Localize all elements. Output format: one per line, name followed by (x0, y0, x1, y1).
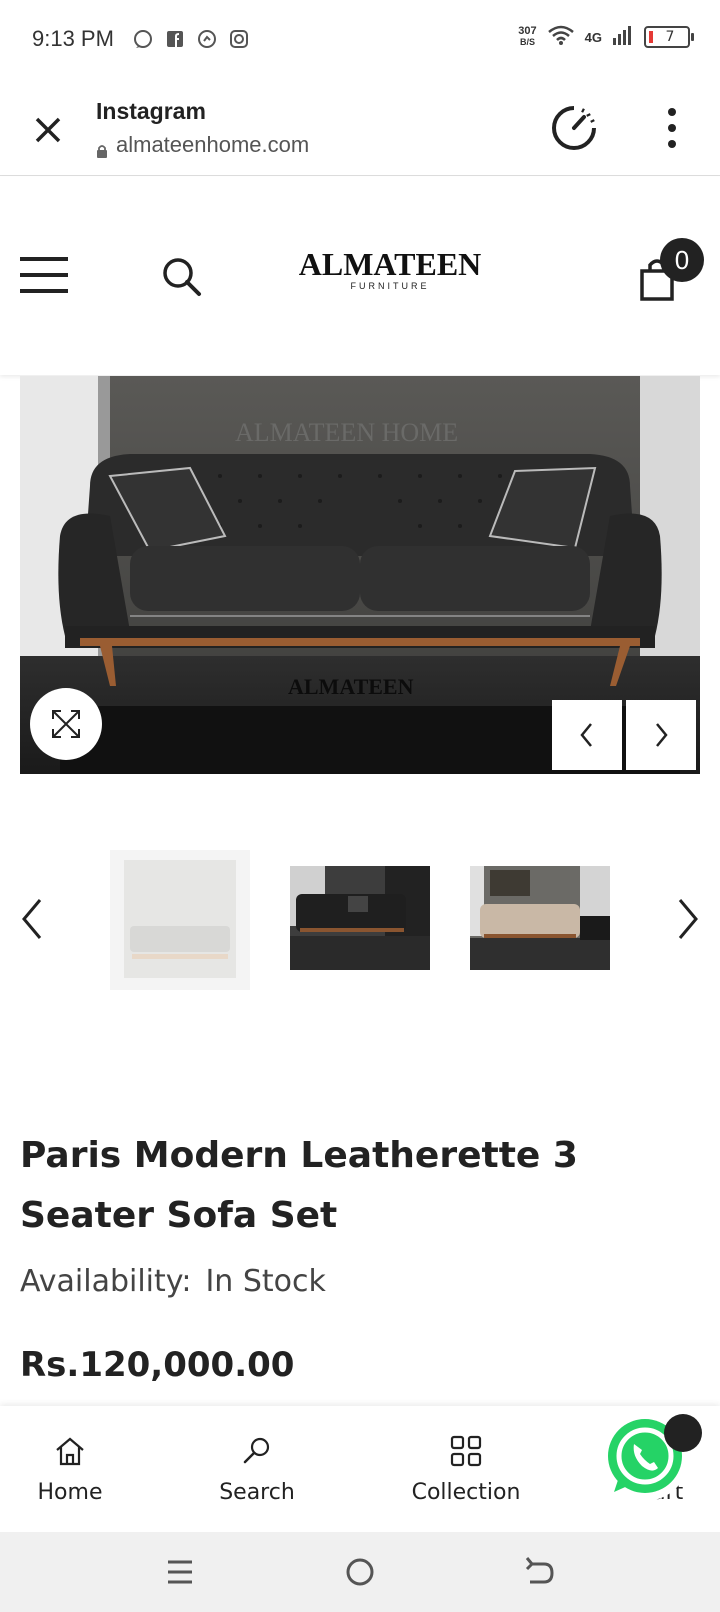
site-header: ALMATEEN FURNITURE 0 (0, 177, 720, 375)
status-bar: 9:13 PM 307 B/S 4G 7 (0, 0, 720, 80)
kebab-dot (668, 108, 676, 116)
site-logo[interactable]: ALMATEEN FURNITURE (290, 247, 490, 291)
more-options-button[interactable] (660, 108, 684, 148)
product-title: Paris Modern Leatherette 3 Seater Sofa S… (20, 1135, 578, 1236)
close-icon (35, 117, 61, 143)
search-icon (243, 1437, 270, 1464)
nav-home[interactable]: Home (0, 1406, 150, 1532)
facebook-notification-icon (164, 28, 186, 50)
cart-count-badge: 0 (660, 238, 704, 282)
whatsapp-badge (664, 1414, 702, 1452)
watermark-top: ALMATEEN HOME (235, 418, 458, 447)
availability: Availability: In Stock (20, 1264, 326, 1299)
home-system-button[interactable] (342, 1554, 378, 1590)
circle-home-icon (346, 1558, 374, 1586)
expand-image-button[interactable] (30, 688, 102, 760)
logo-text: ALMATEEN (298, 246, 482, 282)
thumbnail-carousel (0, 850, 720, 990)
page-speed-button[interactable] (548, 102, 600, 154)
wifi-icon (547, 24, 575, 50)
logo-subtitle: FURNITURE (350, 281, 430, 291)
thumbnail-image (110, 850, 250, 990)
browser-bar: Instagram almateenhome.com (0, 80, 720, 176)
menu-line (20, 273, 68, 277)
status-time: 9:13 PM (32, 26, 114, 51)
thumbnail-2[interactable] (290, 866, 430, 970)
lock-icon (96, 138, 108, 158)
messenger-notification-icon (196, 28, 218, 50)
system-navigation-bar (0, 1532, 720, 1612)
expand-icon (52, 710, 80, 738)
nav-search[interactable]: Search (177, 1406, 337, 1532)
kebab-dot (668, 140, 676, 148)
speed-gauge-icon (552, 106, 596, 150)
menu-icon (168, 1560, 192, 1584)
status-indicators: 307 B/S 4G 7 (518, 24, 694, 50)
back-arrow-icon (525, 1557, 554, 1584)
recent-apps-button[interactable] (162, 1554, 198, 1590)
chevron-left-icon (580, 723, 592, 747)
availability-value: In Stock (205, 1264, 326, 1299)
net-speed-unit: B/S (519, 37, 535, 47)
url-text: almateenhome.com (116, 132, 310, 157)
chevron-right-icon (678, 899, 698, 939)
thumbnail-3[interactable] (470, 866, 610, 970)
kebab-dot (668, 124, 676, 132)
nav-home-label: Home (37, 1480, 103, 1505)
thumbnail-image (470, 866, 610, 970)
watermark-bottom: ALMATEEN (288, 674, 414, 699)
menu-button[interactable] (20, 257, 68, 293)
thumbnail-1[interactable] (110, 850, 250, 990)
search-icon (163, 258, 201, 296)
home-icon (56, 1437, 84, 1466)
net-speed-value: 307 (518, 25, 537, 37)
header-search-button[interactable] (160, 255, 204, 299)
instagram-notification-icon (228, 28, 250, 50)
thumbnail-prev-button[interactable] (18, 894, 48, 944)
nav-collection[interactable]: Collection (386, 1406, 546, 1532)
chevron-left-icon (22, 899, 42, 939)
signal-icon (612, 24, 634, 50)
image-prev-button[interactable] (552, 700, 622, 770)
thumbnail-image (290, 866, 430, 970)
chevron-right-icon (656, 723, 668, 747)
image-next-button[interactable] (626, 700, 696, 770)
notification-icons (132, 28, 250, 50)
browser-title: Instagram (96, 98, 206, 124)
battery-indicator: 7 (644, 26, 694, 48)
grid-icon (450, 1435, 482, 1467)
network-type: 4G (584, 29, 602, 45)
nav-search-label: Search (219, 1480, 295, 1505)
nav-collection-label: Collection (411, 1480, 521, 1505)
net-speed: 307 B/S (518, 26, 536, 48)
menu-line (20, 257, 68, 261)
back-system-button[interactable] (522, 1554, 558, 1590)
browser-url[interactable]: almateenhome.com (96, 132, 309, 158)
close-button[interactable] (28, 110, 68, 150)
whatsapp-notification-icon (132, 28, 154, 50)
thumbnail-next-button[interactable] (672, 894, 702, 944)
product-price: Rs.120,000.00 (20, 1345, 295, 1385)
menu-line (20, 289, 68, 293)
availability-label: Availability: (20, 1264, 192, 1299)
battery-level: 7 (665, 29, 675, 45)
